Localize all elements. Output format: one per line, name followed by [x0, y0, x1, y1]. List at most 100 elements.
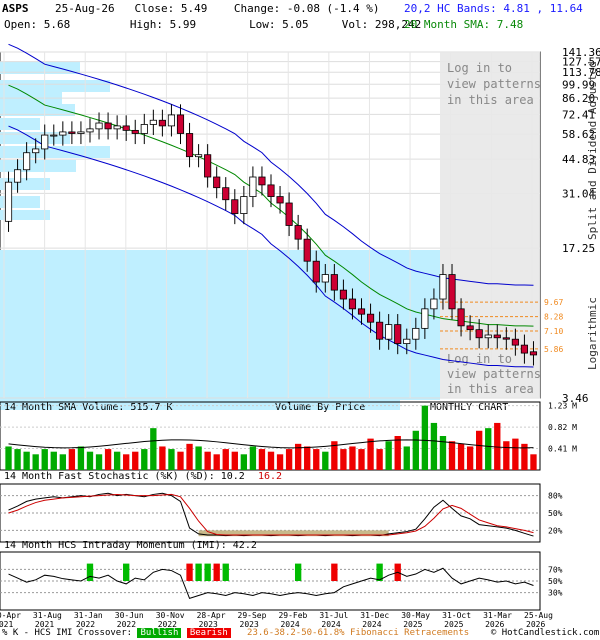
volume-bar [476, 430, 483, 470]
login-text-top: Log in to [447, 61, 512, 75]
volume-bar [367, 438, 374, 470]
candle-body [86, 128, 94, 133]
stoch-tick-label: 50% [548, 509, 563, 518]
volume-by-price-bar [0, 80, 110, 92]
volume-bar [448, 441, 456, 470]
crossover-marker [294, 563, 302, 581]
candle-body [520, 344, 528, 354]
candle-body [403, 338, 411, 345]
volume-bar [285, 449, 293, 470]
candle-body [439, 274, 447, 300]
volume-bar [50, 451, 57, 470]
crossover-marker [123, 563, 130, 581]
x-tick-month: 31-Aug [33, 611, 62, 620]
candle-body [285, 202, 293, 226]
fib-label: 5.86 [544, 345, 563, 354]
candle-body [185, 133, 194, 158]
volume-bar [68, 449, 76, 470]
crossover-marker [204, 563, 211, 581]
volume-bar [485, 428, 492, 470]
volume-bar [177, 451, 184, 470]
imi-tick-label: 30% [548, 589, 563, 598]
volume-bar [95, 454, 103, 470]
chart-type-caption: MONTHLY CHART [430, 402, 508, 413]
crossover-marker [213, 563, 220, 581]
volume-by-price-bar [0, 370, 400, 398]
volume-bar [385, 441, 392, 470]
chart-canvas: 141.36127.57113.7899.9986.2072.4158.6244… [0, 43, 600, 629]
volume-bar [86, 451, 94, 470]
candle-body [502, 337, 510, 340]
volume-by-price-bar [0, 118, 40, 130]
x-tick-month: 29-Feb [278, 611, 307, 620]
volume-bar [258, 449, 266, 470]
candle-body [222, 187, 230, 201]
candle-body [122, 125, 130, 131]
stoch-caption: 14 Month Fast Stochastic (%K) (%D): 10.2 [4, 471, 245, 482]
imi-tick-label: 70% [548, 565, 563, 574]
candle-body [258, 176, 266, 186]
volume-bar [276, 454, 284, 470]
volume-bar [186, 443, 193, 470]
bullish-tag: Bullish [137, 628, 182, 638]
fib-label: 7.10 [544, 327, 563, 336]
volume-by-price-bar [0, 146, 110, 158]
legend-footer: % K - HCS IMI Crossover: Bullish Bearish… [2, 628, 599, 638]
volume-bar [512, 438, 519, 470]
candle-body [348, 298, 357, 310]
candle-body [176, 114, 185, 134]
candle-body [204, 154, 212, 178]
candle-body [195, 154, 203, 158]
volume-bar [59, 454, 66, 470]
crossover-marker [222, 563, 229, 581]
volume-bar [313, 449, 320, 470]
vbp-caption: Volume By Price [275, 402, 365, 413]
candle-body [140, 124, 148, 134]
stoch-k-line [8, 492, 534, 537]
volume-bar [340, 449, 347, 470]
candle-body [77, 131, 85, 134]
login-text-bottom: in this area [447, 382, 534, 396]
candle-body [213, 176, 221, 189]
volume-bar [5, 446, 12, 470]
login-text-top: view patterns [447, 77, 541, 91]
volume-bar [41, 449, 48, 470]
x-tick-month: 29-Sep [238, 611, 267, 620]
volume-bar [530, 454, 537, 470]
stoch-d-value: 16.2 [258, 471, 282, 482]
candle-body [366, 313, 375, 323]
candle-body [321, 274, 329, 283]
volume-bar [159, 446, 166, 470]
candle-body [312, 260, 320, 283]
candle-body [240, 196, 248, 214]
volume-bar [322, 451, 329, 470]
candle-body [149, 119, 157, 125]
volume-bar [195, 446, 202, 470]
stoch-tick-label: 20% [548, 526, 563, 535]
candle-body [529, 351, 538, 356]
x-tick-month: 31-Oct [442, 611, 471, 620]
volume-bar [412, 430, 419, 470]
x-tick-month: 31-Jan [74, 611, 103, 620]
volume-bar [222, 449, 229, 470]
crossover-marker [331, 563, 338, 581]
stoch-tick-label: 80% [548, 492, 563, 501]
candle-body [394, 324, 402, 345]
axis-label-adjusted: Split and Dividend Adjusted [586, 61, 599, 240]
x-tick-month: 30-May [401, 611, 430, 620]
volume-bar [421, 405, 429, 470]
volume-bar [457, 443, 465, 470]
candle-body [104, 122, 112, 130]
candle-body [14, 169, 22, 183]
volume-bar [349, 446, 356, 470]
volume-bar [376, 449, 383, 470]
volume-bar [403, 446, 410, 470]
volume-bar [213, 454, 220, 470]
volume-bar [104, 449, 112, 470]
x-tick-month: 28-Apr [197, 611, 226, 620]
x-tick-month: 31-Dec [360, 611, 389, 620]
volume-bar [14, 449, 21, 470]
candle-body [493, 334, 501, 339]
candle-body [276, 196, 284, 204]
volume-bar [394, 436, 401, 470]
